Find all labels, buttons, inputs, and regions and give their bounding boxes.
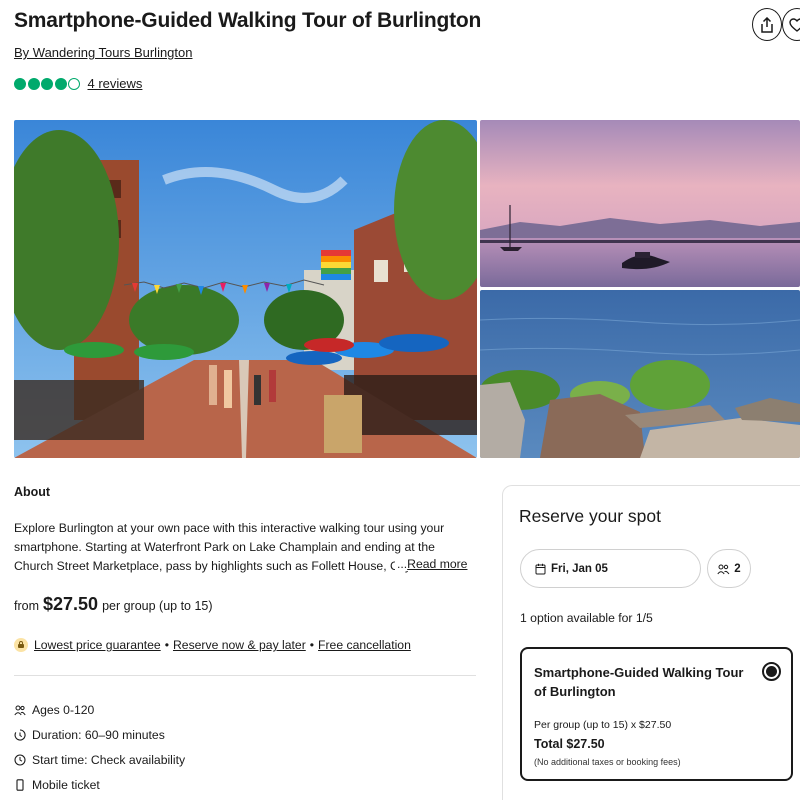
travelers-count: 2	[734, 562, 741, 575]
group-icon	[14, 704, 26, 716]
price-unit: per group (up to 15)	[102, 599, 213, 613]
share-button[interactable]	[752, 8, 782, 41]
divider	[14, 675, 476, 676]
feature-label: Start time: Check availability	[32, 752, 186, 767]
option-total: Total $27.50	[534, 737, 605, 751]
travelers-icon	[717, 564, 730, 574]
read-more-label: Read more	[407, 557, 468, 571]
mobile-icon	[14, 778, 26, 791]
rating-bubble	[27, 77, 40, 90]
save-button[interactable]	[782, 8, 800, 41]
feature-ticket: Mobile ticket	[14, 772, 185, 797]
calendar-icon	[535, 563, 546, 574]
clock-icon	[14, 753, 26, 766]
share-icon	[761, 16, 773, 33]
feature-label: Mobile ticket	[32, 777, 100, 792]
perk-separator: •	[164, 638, 169, 652]
operator-link[interactable]: By Wandering Tours Burlington	[14, 45, 192, 60]
travelers-picker[interactable]: 2	[707, 549, 751, 588]
price-amount: $27.50	[43, 594, 99, 614]
reserve-pay-later-link[interactable]: Reserve now & pay later	[173, 638, 306, 652]
lowest-price-link[interactable]: Lowest price guarantee	[34, 638, 161, 652]
feature-ages: Ages 0-120	[14, 697, 185, 722]
read-more-ellipsis: ...	[397, 557, 408, 571]
perk-separator: •	[309, 638, 315, 652]
option-radio[interactable]	[762, 662, 781, 681]
rating-row: 4 reviews	[14, 76, 142, 91]
rating-bubble	[14, 77, 26, 90]
lakeshore-photo[interactable]	[480, 290, 800, 458]
main-photo[interactable]	[14, 120, 477, 458]
lake-sunset-photo[interactable]	[480, 120, 800, 287]
feature-duration: Duration: 60–90 minutes	[14, 722, 185, 747]
reserve-heading: Reserve your spot	[519, 506, 662, 526]
features-list: Ages 0-120 Duration: 60–90 minutes Start…	[14, 697, 185, 797]
price-line: from $27.50 per group (up to 15)	[14, 594, 213, 615]
reviews-link[interactable]: 4 reviews	[88, 76, 143, 91]
options-count: 1 option available for 1/5	[520, 611, 653, 625]
date-picker[interactable]: Fri, Jan 05	[520, 549, 701, 588]
price-from: from	[14, 599, 39, 613]
rating-bubble	[68, 77, 80, 90]
read-more-link[interactable]: ...Read more	[395, 557, 468, 571]
date-value: Fri, Jan 05	[551, 562, 608, 575]
tour-option-card[interactable]: Smartphone-Guided Walking Tour of Burlin…	[520, 647, 793, 781]
rating-bubble	[41, 77, 53, 90]
timer-icon	[14, 728, 26, 741]
rating-bubble	[54, 77, 67, 90]
option-fee-note: (No additional taxes or booking fees)	[534, 757, 681, 767]
price-tag-icon	[14, 638, 28, 652]
perks-row: Lowest price guarantee • Reserve now & p…	[14, 638, 411, 652]
heart-icon	[789, 17, 800, 32]
free-cancellation-link[interactable]: Free cancellation	[318, 638, 411, 652]
option-per-group: Per group (up to 15) x $27.50	[534, 719, 672, 731]
feature-start-time: Start time: Check availability	[14, 747, 185, 772]
feature-label: Duration: 60–90 minutes	[32, 727, 165, 742]
feature-label: Ages 0-120	[32, 702, 95, 717]
page-title: Smartphone-Guided Walking Tour of Burlin…	[14, 9, 482, 32]
about-heading: About	[14, 485, 51, 499]
radio-selected-dot	[766, 666, 777, 677]
option-title: Smartphone-Guided Walking Tour of Burlin…	[534, 665, 744, 699]
